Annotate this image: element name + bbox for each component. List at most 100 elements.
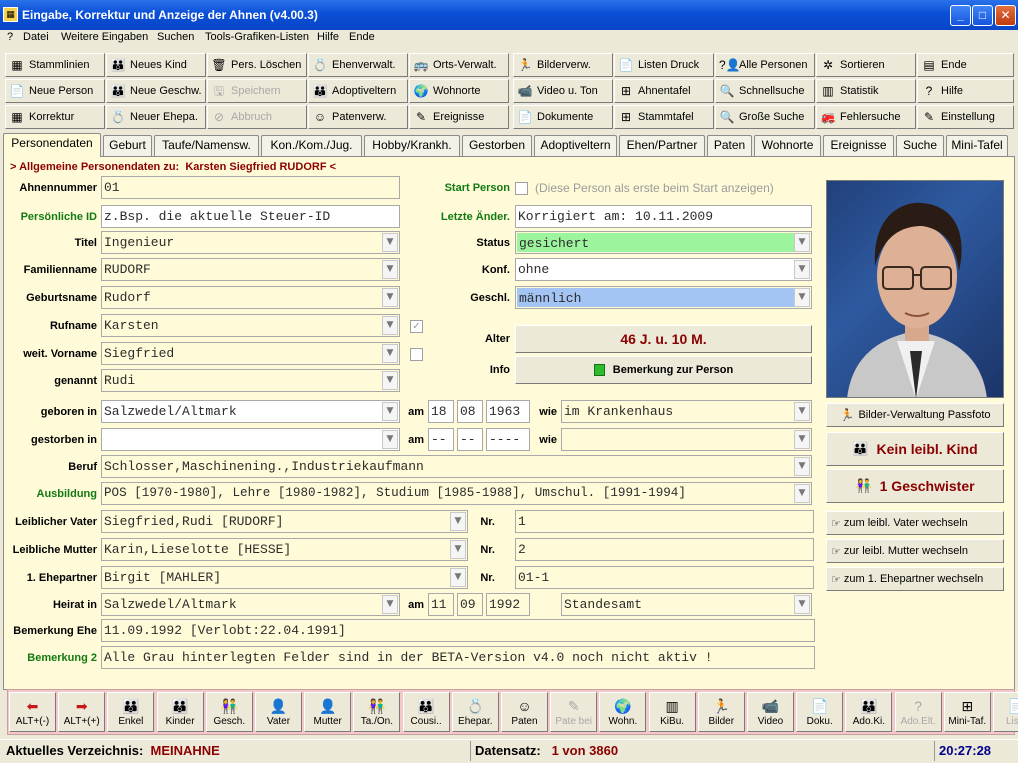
geschwister-button[interactable]: 👫 1 Geschwister [826, 469, 1004, 503]
toolbar-bilderverw-button[interactable]: 🏃 Bilderverw. [513, 53, 613, 77]
nav-ehepar-button[interactable]: 💍 Ehepar. [451, 692, 499, 732]
weit-vorname-checkbox[interactable] [410, 348, 423, 361]
chevron-down-icon[interactable]: ▼ [450, 512, 466, 531]
nav-kibu-button[interactable]: ▥ KiBu. [648, 692, 696, 732]
toolbar-stammlinien-button[interactable]: ▦ Stammlinien [5, 53, 105, 77]
toolbar-neuer-ehepa-button[interactable]: 💍 Neuer Ehepa. [106, 105, 206, 129]
toolbar-orts-verwalt-button[interactable]: 🚌 Orts-Verwalt. [409, 53, 509, 77]
chevron-down-icon[interactable]: ▼ [382, 233, 398, 252]
toolbar-video-u-ton-button[interactable]: 📹 Video u. Ton [513, 79, 613, 103]
ausbildung-combo[interactable]: POS [1970-1980], Lehre [1980-1982], Stud… [101, 482, 812, 505]
nav-liste-button[interactable]: 📄Liste [993, 692, 1018, 732]
persoenliche-id-field[interactable]: z.Bsp. die aktuelle Steuer-ID [101, 205, 400, 228]
tab-gestorben[interactable]: Gestorben [462, 135, 532, 156]
tab-taufe-namensw[interactable]: Taufe/Namensw. [154, 135, 259, 156]
chevron-down-icon[interactable]: ▼ [794, 402, 810, 421]
toolbar-listen-druck-button[interactable]: 📄 Listen Druck [614, 53, 714, 77]
titel-combo[interactable]: Ingenieur ▼ [101, 231, 400, 254]
nav-alt-button[interactable]: ➡ ALT+(+) [58, 692, 106, 732]
toolbar-dokumente-button[interactable]: 📄 Dokumente [513, 105, 613, 129]
geboren-tag-field[interactable]: 18 [428, 400, 454, 423]
minimize-button[interactable]: _ [950, 5, 971, 26]
chevron-down-icon[interactable]: ▼ [382, 371, 398, 390]
genannt-combo[interactable]: Rudi ▼ [101, 369, 400, 392]
toolbar-ende-button[interactable]: ▤ Ende [917, 53, 1014, 77]
geboren-ort-combo[interactable]: Salzwedel/Altmark ▼ [101, 400, 400, 423]
tab-wohnorte[interactable]: Wohnorte [754, 135, 821, 156]
toolbar-statistik-button[interactable]: ▥ Statistik [816, 79, 916, 103]
konf-combo[interactable]: ohne ▼ [515, 258, 812, 281]
nav-paten-button[interactable]: ☺ Paten [501, 692, 548, 732]
nav-pate-bei-button[interactable]: ✎ Pate bei [550, 692, 598, 732]
menu-ende[interactable]: Ende [349, 31, 375, 43]
chevron-down-icon[interactable]: ▼ [794, 595, 810, 614]
toolbar-schnellsuche-button[interactable]: 🔍 Schnellsuche [715, 79, 815, 103]
menu-hilfe[interactable]: Hilfe [317, 31, 339, 43]
nav-ado-elt-button[interactable]: ? Ado.Elt. [894, 692, 942, 732]
start-person-checkbox[interactable] [515, 182, 528, 195]
chevron-down-icon[interactable]: ▼ [382, 288, 398, 307]
chevron-down-icon[interactable]: ▼ [450, 568, 466, 587]
toolbar-stammtafel-button[interactable]: ⊞ Stammtafel [614, 105, 714, 129]
chevron-down-icon[interactable]: ▼ [794, 260, 810, 279]
nav-enkel-button[interactable]: 👪 Enkel [107, 692, 155, 732]
menu-tools[interactable]: Tools-Grafiken-Listen [205, 31, 309, 43]
vater-combo[interactable]: Siegfried,Rudi [RUDORF] ▼ [101, 510, 468, 533]
chevron-down-icon[interactable]: ▼ [382, 260, 398, 279]
bilder-verwaltung-passfoto-button[interactable]: 🏃 Bilder-Verwaltung Passfoto [826, 403, 1004, 427]
familienname-combo[interactable]: RUDORF ▼ [101, 258, 400, 281]
zum-vater-button[interactable]: ☞ zum leibl. Vater wechseln [826, 511, 1004, 535]
nav-ado-ki-button[interactable]: 👪 Ado.Ki. [845, 692, 893, 732]
toolbar-einstellung-button[interactable]: ✎ Einstellung [917, 105, 1014, 129]
heirat-jahr-field[interactable]: 1992 [486, 593, 530, 616]
toolbar-speichern-button[interactable]: 🖫 Speichern [207, 79, 307, 103]
ehepartner-nr-field[interactable]: 01-1 [515, 566, 814, 589]
nav-bilder-button[interactable]: 🏃 Bilder [697, 692, 745, 732]
toolbar-patenverw-button[interactable]: ☺ Patenverw. [308, 105, 408, 129]
nav-video-button[interactable]: 📹 Video [747, 692, 794, 732]
kinder-button[interactable]: 👪 Kein leibl. Kind [826, 432, 1004, 466]
bemerkung-ehe-field[interactable]: 11.09.1992 [Verlobt:22.04.1991] [101, 619, 815, 642]
rufname-combo[interactable]: Karsten ▼ [101, 314, 400, 337]
nav-mini-taf-button[interactable]: ⊞ Mini-Taf. [943, 692, 991, 732]
chevron-down-icon[interactable]: ▼ [794, 288, 810, 307]
vater-nr-field[interactable]: 1 [515, 510, 814, 533]
nav-cousi-button[interactable]: 👪 Cousi.. [402, 692, 450, 732]
nav-kinder-button[interactable]: 👪 Kinder [156, 692, 204, 732]
toolbar-alle-personen-button[interactable]: ?👤 Alle Personen [715, 53, 815, 77]
toolbar-neue-person-button[interactable]: 📄 Neue Person [5, 79, 105, 103]
chevron-down-icon[interactable]: ▼ [382, 344, 398, 363]
gestorben-wie-combo[interactable]: ▼ [561, 428, 812, 451]
heirat-ort-combo[interactable]: Salzwedel/Altmark ▼ [101, 593, 400, 616]
bemerkung-2-field[interactable]: Alle Grau hinterlegten Felder sind in de… [101, 646, 815, 669]
ahnennummer-field[interactable]: 01 [101, 176, 400, 199]
weit-vorname-combo[interactable]: Siegfried ▼ [101, 342, 400, 365]
nav-mutter-button[interactable]: 👤 Mutter [304, 692, 352, 732]
bemerkung-zur-person-button[interactable]: Bemerkung zur Person [515, 356, 812, 384]
chevron-down-icon[interactable]: ▼ [794, 457, 810, 476]
nav-doku-button[interactable]: 📄 Doku. [796, 692, 844, 732]
geboren-wie-combo[interactable]: im Krankenhaus ▼ [561, 400, 812, 423]
nav-wohn-button[interactable]: 🌍 Wohn. [599, 692, 647, 732]
toolbar-ereignisse-button[interactable]: ✎ Ereignisse [409, 105, 509, 129]
maximize-button[interactable]: □ [972, 5, 993, 26]
toolbar-sortieren-button[interactable]: ✲ Sortieren [816, 53, 916, 77]
geboren-monat-field[interactable]: 08 [457, 400, 483, 423]
chevron-down-icon[interactable]: ▼ [450, 540, 466, 559]
toolbar-wohnorte-button[interactable]: 🌍 Wohnorte [409, 79, 509, 103]
beruf-combo[interactable]: Schlosser,Maschinening.,Industriekaufman… [101, 455, 812, 478]
chevron-down-icon[interactable]: ▼ [382, 402, 398, 421]
zum-ehepartner-button[interactable]: ☞ zum 1. Ehepartner wechseln [826, 567, 1004, 591]
toolbar-grosse-suche-button[interactable]: 🔍 Große Suche [715, 105, 815, 129]
nav-gesch-button[interactable]: 👫 Gesch. [205, 692, 253, 732]
toolbar-fehlersuche-button[interactable]: 🚒 Fehlersuche [816, 105, 916, 129]
gestorben-jahr-field[interactable]: ---- [486, 428, 530, 451]
toolbar-pers-loeschen-button[interactable]: 🗑 Pers. Löschen [207, 53, 307, 77]
menu-datei[interactable]: Datei [23, 31, 49, 43]
gestorben-tag-field[interactable]: -- [428, 428, 454, 451]
geburtsname-combo[interactable]: Rudorf ▼ [101, 286, 400, 309]
chevron-down-icon[interactable]: ▼ [382, 316, 398, 335]
tab-paten[interactable]: Paten [707, 135, 752, 156]
tab-geburt[interactable]: Geburt [103, 135, 152, 156]
tab-personendaten[interactable]: Personendaten [3, 133, 101, 157]
